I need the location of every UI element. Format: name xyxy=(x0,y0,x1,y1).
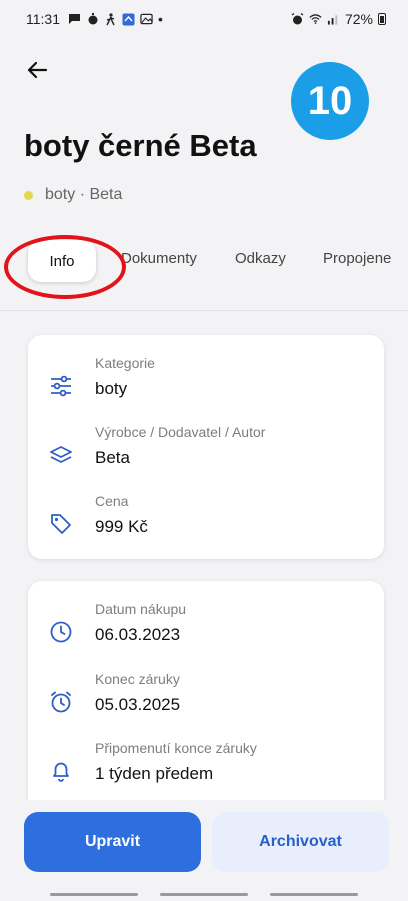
status-bar: 11:31 • 72% xyxy=(0,0,408,38)
tabs-divider xyxy=(0,310,408,311)
layers-icon xyxy=(48,442,74,468)
row-label: Konec záruky xyxy=(95,671,180,687)
tab-odkazy[interactable]: Odkazy xyxy=(235,250,286,267)
row-label: Datum nákupu xyxy=(95,601,187,617)
sliders-icon xyxy=(48,373,74,399)
nav-recents-handle[interactable] xyxy=(270,893,358,896)
row-value: Beta xyxy=(95,448,130,467)
row-purchase-date: Datum nákupu 06.03.2023 xyxy=(28,601,384,661)
item-subtitle: boty · Beta xyxy=(24,186,122,204)
walking-icon xyxy=(104,12,117,26)
row-warranty-reminder: Připomenutí konce záruky 1 týden předem xyxy=(28,740,384,800)
row-category: Kategorie boty xyxy=(28,355,384,415)
row-label: Kategorie xyxy=(95,355,155,371)
warranty-card: Datum nákupu 06.03.2023 Konec záruky 05.… xyxy=(28,581,384,821)
edit-button[interactable]: Upravit xyxy=(24,812,201,872)
status-left: 11:31 • xyxy=(26,11,163,27)
photo-icon xyxy=(140,13,153,26)
row-value: boty xyxy=(95,379,128,398)
clock-icon xyxy=(48,619,74,645)
row-manufacturer: Výrobce / Dodavatel / Autor Beta xyxy=(28,424,384,484)
row-value: 05.03.2025 xyxy=(95,695,181,714)
nav-home-handle[interactable] xyxy=(160,893,248,896)
row-value: 1 týden předem xyxy=(95,764,214,783)
page-title: boty černé Beta xyxy=(24,128,257,163)
category-color-dot xyxy=(24,190,33,200)
row-price: Cena 999 Kč xyxy=(28,493,384,553)
row-warranty-end: Konec záruky 05.03.2025 xyxy=(28,671,384,731)
signal-icon xyxy=(327,13,340,26)
battery-icon xyxy=(378,13,386,25)
message-icon xyxy=(68,13,81,26)
back-button[interactable] xyxy=(22,55,52,85)
arrow-left-icon xyxy=(27,61,48,79)
status-right: 72% xyxy=(291,11,386,27)
price-tag-icon xyxy=(48,511,74,537)
tab-dokumenty[interactable]: Dokumenty xyxy=(121,250,197,267)
battery-percent: 72% xyxy=(344,11,373,27)
app-notification-icon xyxy=(122,13,135,26)
archive-button[interactable]: Archivovat xyxy=(212,812,389,872)
tab-info[interactable]: Info xyxy=(28,240,96,282)
timer-icon xyxy=(86,13,99,26)
bell-icon xyxy=(48,758,74,784)
tab-propojene[interactable]: Propojene xyxy=(323,250,391,267)
system-nav-bar xyxy=(0,886,408,901)
row-label: Výrobce / Dodavatel / Autor xyxy=(95,424,266,440)
nav-back-handle[interactable] xyxy=(50,893,138,896)
tab-bar: Info Dokumenty Odkazy Propojene xyxy=(0,232,408,292)
row-label: Cena xyxy=(95,493,129,509)
alarm-icon xyxy=(291,12,304,26)
status-time: 11:31 xyxy=(26,11,60,27)
row-label: Připomenutí konce záruky xyxy=(95,740,257,756)
details-card: Kategorie boty Výrobce / Dodavatel / Aut… xyxy=(28,335,384,559)
row-value: 06.03.2023 xyxy=(95,625,181,644)
step-number-badge: 10 xyxy=(291,62,369,140)
status-dot: • xyxy=(158,11,163,27)
subtitle-text: boty · Beta xyxy=(45,186,123,203)
wifi-icon xyxy=(309,13,322,26)
alarm-clock-icon xyxy=(48,689,74,715)
row-value: 999 Kč xyxy=(95,517,148,536)
